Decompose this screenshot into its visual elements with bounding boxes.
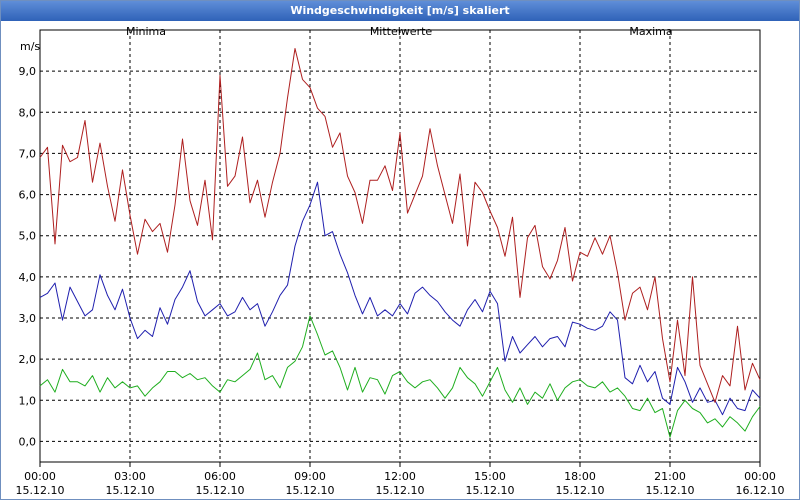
legend-mittelwerte: Mittelwerte	[370, 25, 433, 38]
y-axis-label: m/s	[20, 40, 40, 53]
x-tick-time: 18:00	[564, 470, 596, 483]
x-tick-time: 03:00	[114, 470, 146, 483]
x-tick-date: 15.12.10	[646, 484, 695, 497]
y-tick-label: 2,0	[19, 353, 37, 366]
x-tick-time: 21:00	[654, 470, 686, 483]
legend-minima: Minima	[126, 25, 166, 38]
y-tick-label: 3,0	[19, 312, 37, 325]
y-tick-label: 5,0	[19, 230, 37, 243]
x-axis-ticks: 00:0015.12.1003:0015.12.1006:0015.12.100…	[16, 462, 785, 497]
y-tick-label: 8,0	[19, 106, 37, 119]
x-tick-date: 15.12.10	[466, 484, 515, 497]
x-tick-date: 15.12.10	[196, 484, 245, 497]
x-tick-date: 15.12.10	[106, 484, 155, 497]
legend-maxima: Maxima	[629, 25, 672, 38]
x-tick-date: 15.12.10	[286, 484, 335, 497]
y-axis-ticks: 0,0 1,0 2,0 3,0 4,0 5,0 6,0 7,0 8,0 9,0	[19, 65, 37, 448]
x-tick-time: 09:00	[294, 470, 326, 483]
x-tick-date: 15.12.10	[556, 484, 605, 497]
y-tick-label: 1,0	[19, 394, 37, 407]
y-tick-label: 6,0	[19, 189, 37, 202]
x-tick-date: 15.12.10	[16, 484, 65, 497]
x-tick-time: 06:00	[204, 470, 236, 483]
x-tick-date: 16.12.10	[736, 484, 785, 497]
y-tick-label: 7,0	[19, 147, 37, 160]
x-tick-date: 15.12.10	[376, 484, 425, 497]
x-tick-time: 00:00	[24, 470, 56, 483]
chart-canvas: 0,01,02,03,04,05,06,07,08,09,0 00:0015.1…	[16, 25, 785, 497]
x-tick-time: 12:00	[384, 470, 416, 483]
x-tick-time: 15:00	[474, 470, 506, 483]
y-tick-label: 9,0	[19, 65, 37, 78]
y-tick-label: 4,0	[19, 271, 37, 284]
x-tick-time: 00:00	[744, 470, 776, 483]
y-tick-label: 0,0	[19, 435, 37, 448]
